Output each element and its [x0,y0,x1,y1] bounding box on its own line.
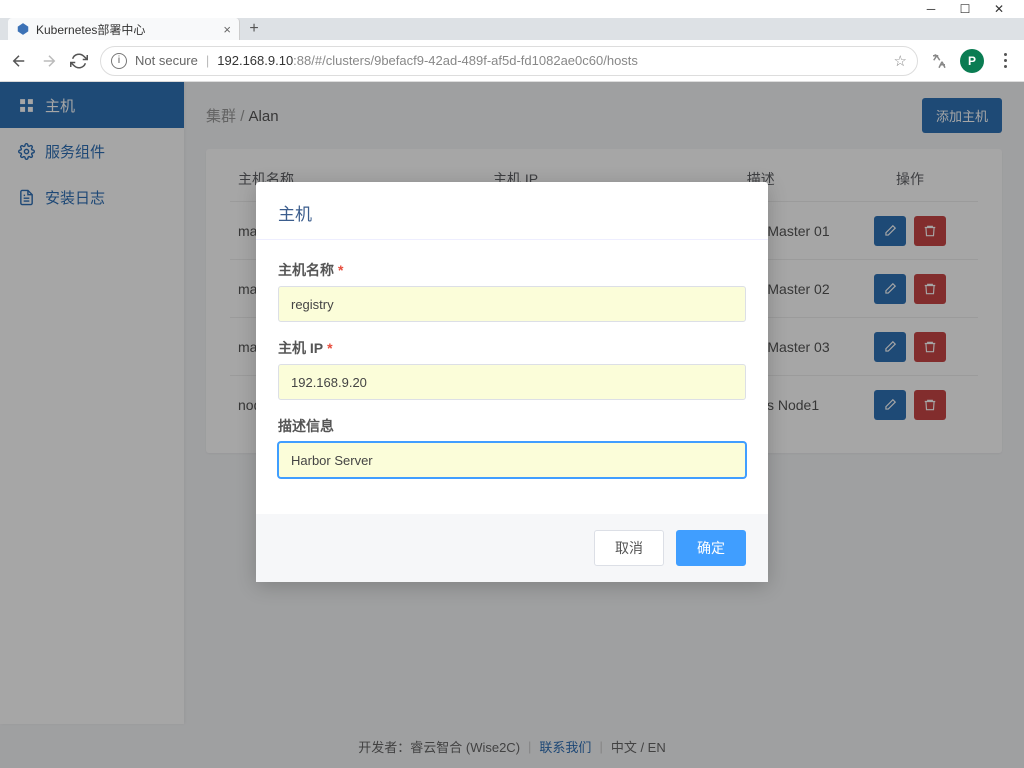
reload-button[interactable] [70,52,88,70]
bookmark-star-icon[interactable]: ☆ [894,52,907,70]
browser-menu-button[interactable] [996,53,1014,68]
window-minimize-button[interactable]: ─ [914,0,948,18]
site-info-icon[interactable]: i [111,53,127,69]
host-ip-label: 主机 IP* [278,338,746,358]
translate-icon[interactable] [930,52,948,70]
close-icon[interactable]: × [223,22,231,37]
cancel-button[interactable]: 取消 [594,530,664,566]
browser-tab[interactable]: Kubernetes部署中心 × [8,18,240,40]
window-maximize-button[interactable]: ☐ [948,0,982,18]
browser-address-bar: i Not secure | 192.168.9.10:88/#/cluster… [0,40,1024,82]
host-name-label: 主机名称* [278,260,746,280]
url-text: 192.168.9.10:88/#/clusters/9befacf9-42ad… [217,53,885,68]
address-omnibox[interactable]: i Not secure | 192.168.9.10:88/#/cluster… [100,46,918,76]
profile-avatar[interactable]: P [960,49,984,73]
page-root: 主机 服务组件 安装日志 集群 / Alan 添加主机 [0,82,1024,768]
confirm-button[interactable]: 确定 [676,530,746,566]
window-close-button[interactable]: ✕ [982,0,1016,18]
forward-button[interactable] [40,52,58,70]
host-name-input[interactable] [278,286,746,322]
add-host-modal: 主机 主机名称* 主机 IP* 描述信息 取消 确定 [256,182,768,582]
back-button[interactable] [10,52,28,70]
url-separator: | [206,53,209,68]
window-titlebar: ─ ☐ ✕ [0,0,1024,18]
kubernetes-favicon-icon [16,22,30,36]
modal-overlay[interactable]: 主机 主机名称* 主机 IP* 描述信息 取消 确定 [0,82,1024,768]
tab-title: Kubernetes部署中心 [36,21,217,38]
not-secure-label: Not secure [135,53,198,68]
browser-tabs-row: Kubernetes部署中心 × + [0,18,1024,40]
modal-title: 主机 [256,182,768,240]
host-ip-input[interactable] [278,364,746,400]
host-desc-input[interactable] [278,442,746,478]
new-tab-button[interactable]: + [240,18,268,40]
host-desc-label: 描述信息 [278,416,746,436]
